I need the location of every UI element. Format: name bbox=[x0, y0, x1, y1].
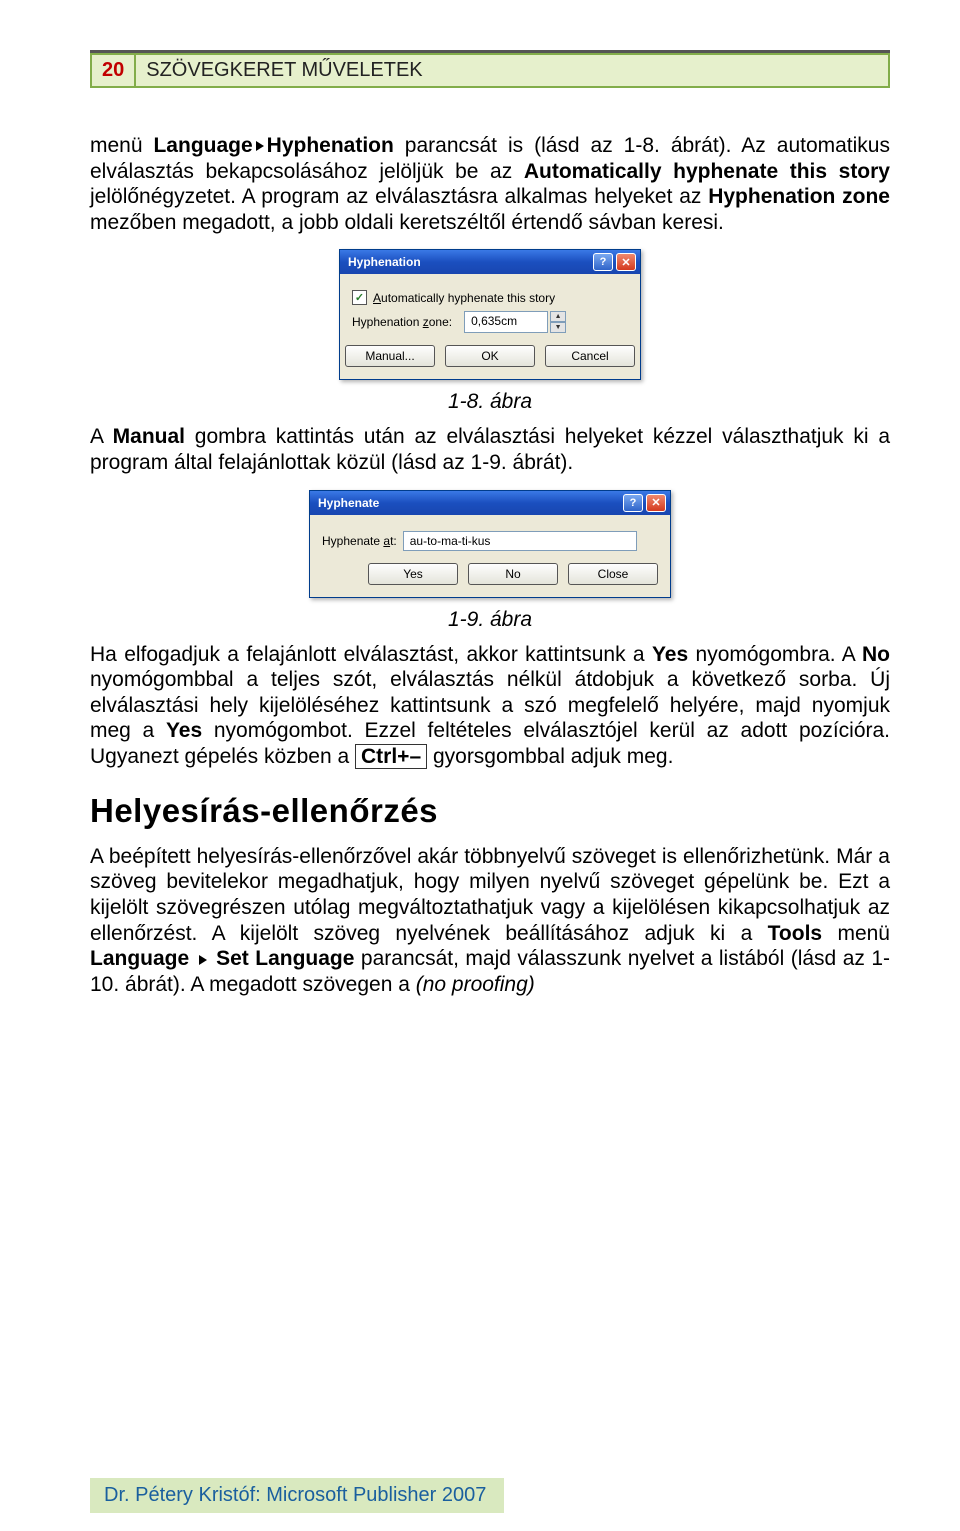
help-icon[interactable]: ? bbox=[623, 494, 643, 512]
hyphenate-at-input[interactable]: au-to-ma-ti-kus bbox=[403, 531, 637, 551]
spinner-down-icon[interactable]: ▼ bbox=[550, 322, 566, 333]
auto-hyphenate-checkbox[interactable]: ✓ bbox=[352, 290, 367, 305]
paragraph-4: A beépített helyesírás-ellenőrzővel akár… bbox=[90, 844, 890, 998]
close-button[interactable]: Close bbox=[568, 563, 658, 585]
figure-caption-1: 1-8. ábra bbox=[90, 390, 890, 414]
triangle-icon bbox=[256, 141, 264, 151]
hyphenate-dialog: Hyphenate ? ✕ Hyphenate at: au-to-ma-ti-… bbox=[309, 490, 671, 598]
triangle-icon bbox=[199, 955, 207, 965]
keyboard-shortcut: Ctrl+– bbox=[355, 744, 427, 769]
close-icon[interactable]: ✕ bbox=[616, 253, 636, 271]
hyphenation-zone-input[interactable]: 0,635cm bbox=[464, 311, 548, 333]
figure-caption-2: 1-9. ábra bbox=[90, 608, 890, 632]
close-icon[interactable]: ✕ bbox=[646, 494, 666, 512]
dialog-titlebar[interactable]: Hyphenate ? ✕ bbox=[310, 491, 670, 515]
dialog-title: Hyphenate bbox=[318, 496, 379, 510]
auto-hyphenate-label: Automatically hyphenate this story bbox=[373, 291, 555, 305]
spinner-up-icon[interactable]: ▲ bbox=[550, 311, 566, 322]
paragraph-3: Ha elfogadjuk a felajánlott elválasztást… bbox=[90, 642, 890, 770]
dialog-titlebar[interactable]: Hyphenation ? ✕ bbox=[340, 250, 640, 274]
heading-spellcheck: Helyesírás-ellenőrzés bbox=[90, 792, 890, 830]
help-icon[interactable]: ? bbox=[593, 253, 613, 271]
no-button[interactable]: No bbox=[468, 563, 558, 585]
hyphenation-zone-label: Hyphenation zone: bbox=[352, 315, 452, 329]
ok-button[interactable]: OK bbox=[445, 345, 535, 367]
hyphenate-at-label: Hyphenate at: bbox=[322, 534, 397, 548]
page-header: 20 SZÖVEGKERET MŰVELETEK bbox=[90, 50, 890, 88]
dialog-title: Hyphenation bbox=[348, 255, 421, 269]
yes-button[interactable]: Yes bbox=[368, 563, 458, 585]
cancel-button[interactable]: Cancel bbox=[545, 345, 635, 367]
page-title: SZÖVEGKERET MŰVELETEK bbox=[136, 53, 890, 88]
paragraph-2: A Manual gombra kattintás után az elvála… bbox=[90, 424, 890, 475]
manual-button[interactable]: Manual... bbox=[345, 345, 435, 367]
hyphenation-dialog: Hyphenation ? ✕ ✓ Automatically hyphenat… bbox=[339, 249, 641, 380]
page-number: 20 bbox=[90, 53, 136, 88]
paragraph-1: menü LanguageHyphenation parancsát is (l… bbox=[90, 133, 890, 235]
footer: Dr. Pétery Kristóf: Microsoft Publisher … bbox=[90, 1478, 504, 1513]
